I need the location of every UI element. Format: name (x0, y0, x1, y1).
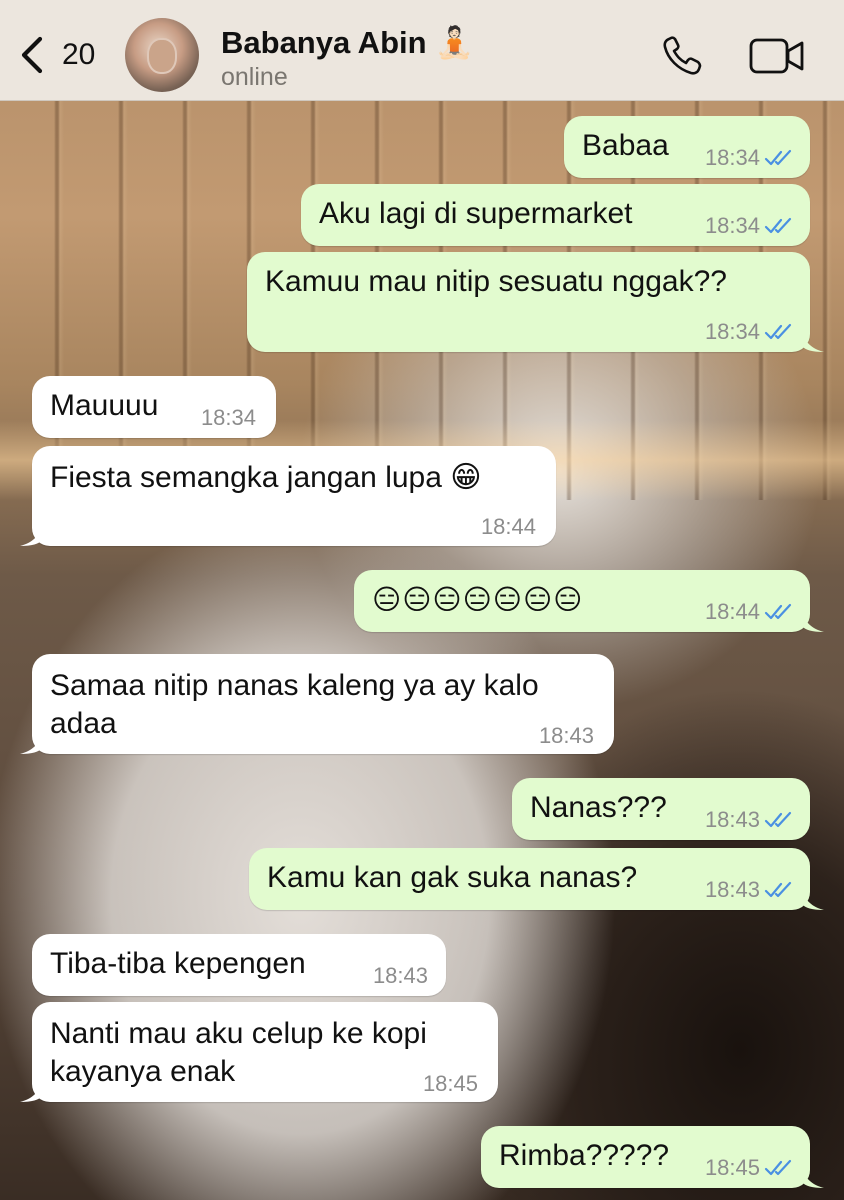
message-meta: 18:44 (481, 509, 536, 545)
message-time: 18:43 (704, 807, 760, 832)
message-bubble-outgoing[interactable]: 😑😑😑😑😑😑😑 18:44 (354, 570, 810, 632)
message-bubble-incoming[interactable]: Samaa nitip nanas kaleng ya ay kalo adaa… (32, 654, 614, 754)
message-text-line-1: Samaa nitip nanas kaleng ya ay kalo (50, 669, 539, 702)
chat-header: 20 Babanya Abin 🧘🏻 online (0, 0, 844, 101)
double-check-read-icon (764, 323, 792, 340)
message-bubble-incoming[interactable]: Fiesta semangka jangan lupa 😁 18:44 (32, 446, 556, 546)
bubble-tail-outgoing (802, 888, 824, 910)
message-time: 18:45 (422, 1071, 478, 1096)
message-text: Kamuu mau nitip sesuatu nggak?? (265, 265, 727, 298)
message-text-line-2: kayanya enak (50, 1055, 236, 1088)
double-check-read-icon (764, 881, 792, 898)
message-bubble-outgoing[interactable]: Aku lagi di supermarket 18:34 (301, 184, 810, 246)
unread-count: 20 (62, 38, 96, 71)
contact-avatar[interactable] (125, 18, 199, 92)
message-text: Tiba-tiba kepengen (50, 947, 306, 980)
message-text: 😑😑😑😑😑😑😑 (372, 584, 584, 615)
message-text: Kamu kan gak suka nanas? (267, 861, 638, 894)
message-bubble-incoming[interactable]: Tiba-tiba kepengen 18:43 (32, 934, 446, 996)
message-bubble-outgoing[interactable]: Babaa 18:34 (564, 116, 810, 178)
message-bubble-outgoing[interactable]: Kamuu mau nitip sesuatu nggak?? 18:34 (247, 252, 810, 352)
message-meta: 18:45 (705, 1150, 796, 1186)
message-bubble-outgoing[interactable]: Nanas??? 18:43 (512, 778, 810, 840)
message-bubble-outgoing[interactable]: Kamu kan gak suka nanas? 18:43 (249, 848, 810, 910)
message-text-line-2: adaa (50, 707, 117, 740)
message-meta: 18:43 (373, 958, 428, 994)
video-call-icon[interactable] (748, 36, 806, 76)
message-text: Babaa (582, 129, 669, 162)
message-time: 18:44 (704, 599, 760, 624)
bubble-tail-incoming (20, 524, 42, 546)
contact-name-area[interactable]: Babanya Abin 🧘🏻 (221, 24, 474, 61)
double-check-read-icon (764, 149, 792, 166)
message-time: 18:45 (704, 1155, 760, 1180)
message-time: 18:34 (200, 405, 256, 430)
message-text: Nanas??? (530, 791, 667, 824)
message-meta: 18:43 (539, 718, 594, 754)
message-time: 18:44 (480, 514, 536, 539)
message-text: Mauuuu (50, 389, 159, 422)
message-meta: 18:34 (705, 314, 796, 350)
avatar-photo (147, 38, 177, 74)
phone-call-icon[interactable] (660, 34, 708, 78)
message-meta: 18:34 (705, 208, 796, 244)
message-time: 18:43 (372, 963, 428, 988)
double-check-read-icon (764, 217, 792, 234)
message-meta: 18:34 (705, 140, 796, 176)
contact-name-emoji: 🧘🏻 (435, 25, 474, 60)
double-check-read-icon (764, 603, 792, 620)
message-bubble-incoming[interactable]: Mauuuu 18:34 (32, 376, 276, 438)
double-check-read-icon (764, 811, 792, 828)
message-meta: 18:43 (705, 872, 796, 908)
message-time: 18:34 (704, 213, 760, 238)
bubble-tail-outgoing (802, 610, 824, 632)
chevron-left-icon (21, 36, 43, 74)
bubble-tail-incoming (20, 1080, 42, 1102)
message-text-line-1: Nanti mau aku celup ke kopi (50, 1017, 427, 1050)
bubble-tail-incoming (20, 732, 42, 754)
message-time: 18:34 (704, 319, 760, 344)
message-bubble-outgoing[interactable]: Rimba????? 18:45 (481, 1126, 810, 1188)
contact-status: online (221, 63, 288, 91)
message-text: Rimba????? (499, 1139, 670, 1172)
bubble-tail-outgoing (802, 330, 824, 352)
message-meta: 18:44 (705, 594, 796, 630)
message-meta: 18:43 (705, 802, 796, 838)
double-check-read-icon (764, 1159, 792, 1176)
message-meta: 18:34 (201, 400, 256, 436)
message-time: 18:34 (704, 145, 760, 170)
message-time: 18:43 (538, 723, 594, 748)
message-text: Aku lagi di supermarket (319, 197, 633, 230)
message-bubble-incoming[interactable]: Nanti mau aku celup ke kopi kayanya enak… (32, 1002, 498, 1102)
message-meta: 18:45 (423, 1066, 478, 1102)
back-button[interactable]: 20 (18, 30, 95, 80)
bubble-tail-outgoing (802, 1166, 824, 1188)
message-text: Fiesta semangka jangan lupa 😁 (50, 461, 482, 494)
contact-name: Babanya Abin (221, 25, 427, 60)
message-time: 18:43 (704, 877, 760, 902)
